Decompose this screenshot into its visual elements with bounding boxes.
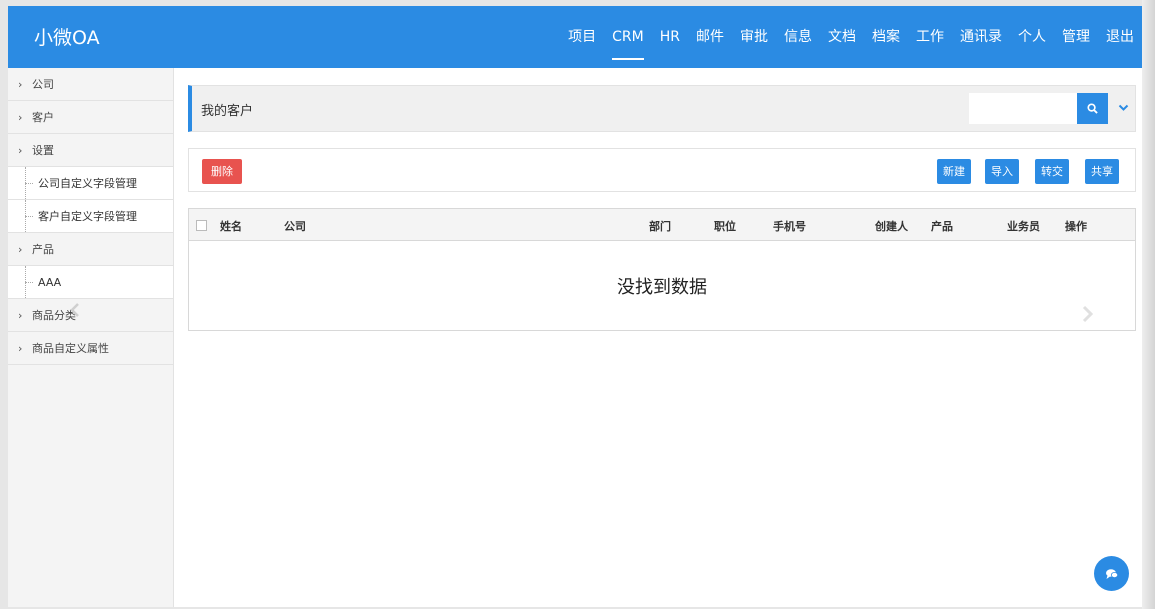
chat-button[interactable]: [1094, 556, 1129, 591]
transfer-button[interactable]: 转交: [1035, 159, 1069, 184]
column-header-product[interactable]: 产品: [931, 218, 953, 234]
sidebar: › 公司 › 客户 › 设置 公司自定义字段管理 客户自定义字段管理 › 产品 AAA …: [8, 68, 174, 607]
chevron-right-icon: ›: [18, 309, 23, 322]
delete-button[interactable]: 删除: [202, 159, 242, 184]
nav-item-logout[interactable]: 退出: [1098, 6, 1142, 68]
search-button[interactable]: [1077, 93, 1108, 124]
empty-table-message: 没找到数据: [617, 277, 707, 298]
column-header-position[interactable]: 职位: [714, 218, 736, 234]
sidebar-item-label: 客户: [32, 111, 54, 124]
column-header-creator[interactable]: 创建人: [875, 218, 908, 234]
sidebar-item-product-attributes[interactable]: › 商品自定义属性: [8, 332, 173, 365]
import-button[interactable]: 导入: [985, 159, 1019, 184]
nav-item-hr[interactable]: HR: [652, 6, 688, 68]
nav-item-info[interactable]: 信息: [776, 6, 820, 68]
chevron-right-icon: ›: [18, 243, 23, 256]
table-header: 姓名 公司 部门 职位 手机号 创建人 产品 业务员 操作: [189, 209, 1135, 241]
column-header-department[interactable]: 部门: [649, 218, 671, 234]
chevron-right-icon[interactable]: [1077, 304, 1097, 324]
chevron-right-icon: ›: [18, 111, 23, 124]
sidebar-item-settings[interactable]: › 设置: [8, 134, 173, 167]
page-header: 我的客户: [188, 85, 1136, 132]
column-header-mobile[interactable]: 手机号: [773, 218, 806, 234]
sidebar-item-company-custom-fields[interactable]: 公司自定义字段管理: [8, 167, 173, 200]
chevron-right-icon: ›: [18, 144, 23, 157]
sidebar-item-label: 商品自定义属性: [32, 342, 109, 355]
nav-item-mail[interactable]: 邮件: [688, 6, 732, 68]
action-toolbar: 删除 新建 导入 转交 共享: [188, 148, 1136, 192]
nav-item-contacts[interactable]: 通讯录: [952, 6, 1010, 68]
nav-item-archive[interactable]: 档案: [864, 6, 908, 68]
filter-dropdown-button[interactable]: [1113, 98, 1133, 118]
customer-table: 姓名 公司 部门 职位 手机号 创建人 产品 业务员 操作 没找到数据: [188, 208, 1136, 331]
nav-item-documents[interactable]: 文档: [820, 6, 864, 68]
sidebar-item-company[interactable]: › 公司: [8, 68, 173, 101]
chevron-right-icon: ›: [18, 78, 23, 91]
sidebar-item-label: 公司: [32, 78, 54, 91]
sidebar-item-label: 设置: [32, 144, 54, 157]
search-icon: [1087, 103, 1098, 114]
column-header-company[interactable]: 公司: [284, 218, 306, 234]
window-edge-shadow: [1142, 0, 1155, 609]
nav-item-personal[interactable]: 个人: [1010, 6, 1054, 68]
chevron-left-icon[interactable]: [68, 302, 82, 318]
column-header-name[interactable]: 姓名: [220, 218, 242, 234]
select-all-checkbox[interactable]: [196, 220, 207, 231]
app-frame: 小微OA 项目 CRM HR 邮件 审批 信息 文档 档案 工作 通讯录 个人 …: [8, 6, 1142, 607]
nav-item-project[interactable]: 项目: [560, 6, 604, 68]
main-nav: 项目 CRM HR 邮件 审批 信息 文档 档案 工作 通讯录 个人 管理 退出: [560, 6, 1142, 68]
sidebar-item-label: 产品: [32, 243, 54, 256]
top-navbar: 小微OA 项目 CRM HR 邮件 审批 信息 文档 档案 工作 通讯录 个人 …: [8, 6, 1142, 68]
nav-item-work[interactable]: 工作: [908, 6, 952, 68]
chevron-down-icon: [1118, 104, 1128, 111]
share-button[interactable]: 共享: [1085, 159, 1119, 184]
nav-item-crm[interactable]: CRM: [604, 6, 652, 68]
app-logo[interactable]: 小微OA: [34, 26, 100, 50]
chat-icon: [1105, 568, 1118, 579]
new-button[interactable]: 新建: [937, 159, 971, 184]
column-header-salesperson[interactable]: 业务员: [1007, 218, 1040, 234]
nav-item-approval[interactable]: 审批: [732, 6, 776, 68]
page-title: 我的客户: [201, 104, 254, 119]
column-header-actions: 操作: [1065, 220, 1087, 233]
chevron-right-icon: ›: [18, 342, 23, 355]
sidebar-item-customer-custom-fields[interactable]: 客户自定义字段管理: [8, 200, 173, 233]
nav-item-admin[interactable]: 管理: [1054, 6, 1098, 68]
sidebar-item-aaa[interactable]: AAA: [8, 266, 173, 299]
sidebar-item-customer[interactable]: › 客户: [8, 101, 173, 134]
sidebar-item-product[interactable]: › 产品: [8, 233, 173, 266]
sidebar-item-product-category[interactable]: › 商品分类: [8, 299, 173, 332]
search-input[interactable]: [969, 93, 1077, 124]
